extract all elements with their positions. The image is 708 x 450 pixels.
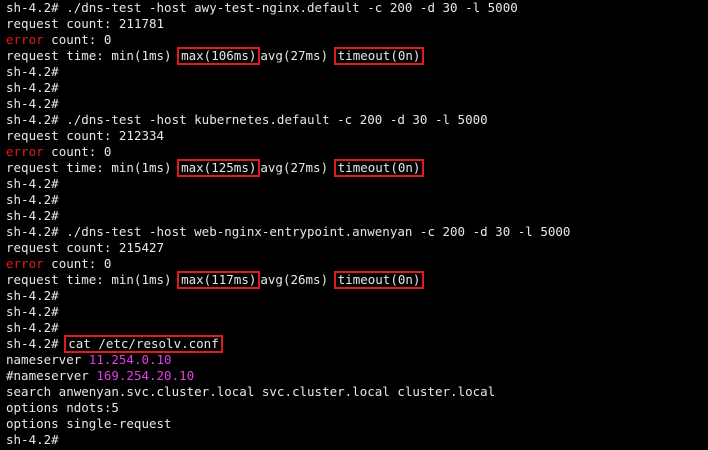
command-line: sh-4.2# ./dns-test -host awy-test-nginx.…	[6, 0, 708, 16]
options-ndots-line: options ndots:5	[6, 400, 119, 415]
error-count-text: count: 0	[43, 256, 112, 271]
request-count-label: request count:	[6, 128, 119, 143]
error-count-text: count: 0	[43, 144, 112, 159]
request-time-line: request time: min(1ms) max(125ms) avg(27m…	[6, 159, 708, 177]
nameserver-label: nameserver	[6, 352, 89, 367]
prompt-line: sh-4.2#	[6, 304, 708, 320]
prompt-line: sh-4.2#	[6, 64, 708, 80]
prompt-line: sh-4.2#	[6, 288, 708, 304]
search-line: search anwenyan.svc.cluster.local svc.cl…	[6, 384, 496, 399]
prompt: sh-4.2#	[6, 176, 59, 191]
error-count-line: error count: 0	[6, 256, 708, 272]
prompt: sh-4.2#	[6, 80, 59, 95]
prompt: sh-4.2#	[6, 336, 59, 351]
request-count-value: 212334	[118, 128, 165, 143]
max-time-highlight: max(106ms)	[177, 47, 261, 65]
request-time-label: request time:	[6, 272, 112, 287]
prompt-line: sh-4.2#	[6, 320, 708, 336]
nameserver-commented-ip: 169.254.20.10	[96, 368, 195, 383]
prompt: sh-4.2#	[6, 208, 59, 223]
max-time-highlight: max(117ms)	[177, 271, 261, 289]
avg-time: avg(27ms)	[260, 160, 329, 175]
min-time: min(1ms)	[111, 160, 172, 175]
request-count-line: request count: 211781	[6, 16, 708, 32]
command-text: ./dns-test -host kubernetes.default -c 2…	[58, 112, 488, 127]
error-label: error	[6, 32, 44, 47]
prompt: sh-4.2#	[6, 192, 59, 207]
command-line: sh-4.2# ./dns-test -host kubernetes.defa…	[6, 112, 708, 128]
request-count-label: request count:	[6, 16, 119, 31]
nameserver-line: nameserver 11.254.0.10	[6, 352, 708, 368]
request-count-line: request count: 215427	[6, 240, 708, 256]
avg-time: avg(26ms)	[260, 272, 329, 287]
min-time: min(1ms)	[111, 48, 172, 63]
prompt-line: sh-4.2#	[6, 96, 708, 112]
cat-command-highlight: cat /etc/resolv.conf	[64, 335, 223, 353]
command-text: ./dns-test -host web-nginx-entrypoint.an…	[58, 224, 571, 239]
command-text: ./dns-test -host awy-test-nginx.default …	[58, 0, 518, 15]
request-count-value: 215427	[118, 240, 165, 255]
terminal-window[interactable]: sh-4.2# ./dns-test -host awy-test-nginx.…	[0, 0, 708, 450]
command-line: sh-4.2# cat /etc/resolv.conf	[6, 335, 708, 353]
prompt-line: sh-4.2#	[6, 80, 708, 96]
prompt: sh-4.2#	[6, 96, 59, 111]
prompt-line: sh-4.2#	[6, 432, 708, 448]
prompt: sh-4.2#	[6, 224, 59, 239]
request-time-line: request time: min(1ms) max(117ms) avg(26m…	[6, 271, 708, 289]
prompt-line: sh-4.2#	[6, 192, 708, 208]
timeout-highlight: timeout(0n)	[333, 159, 425, 177]
error-count-text: count: 0	[43, 32, 112, 47]
nameserver-ip: 11.254.0.10	[88, 352, 172, 367]
prompt: sh-4.2#	[6, 64, 59, 79]
prompt-line: sh-4.2#	[6, 208, 708, 224]
request-time-line: request time: min(1ms) max(106ms) avg(27m…	[6, 47, 708, 65]
prompt: sh-4.2#	[6, 320, 59, 335]
request-count-line: request count: 212334	[6, 128, 708, 144]
request-count-label: request count:	[6, 240, 119, 255]
request-time-label: request time:	[6, 160, 112, 175]
timeout-highlight: timeout(0n)	[333, 47, 425, 65]
prompt: sh-4.2#	[6, 432, 59, 447]
request-count-value: 211781	[118, 16, 165, 31]
max-time-highlight: max(125ms)	[177, 159, 261, 177]
prompt-line: sh-4.2#	[6, 176, 708, 192]
prompt: sh-4.2#	[6, 0, 59, 15]
error-count-line: error count: 0	[6, 144, 708, 160]
prompt: sh-4.2#	[6, 112, 59, 127]
error-label: error	[6, 256, 44, 271]
prompt: sh-4.2#	[6, 304, 59, 319]
error-label: error	[6, 144, 44, 159]
min-time: min(1ms)	[111, 272, 172, 287]
prompt: sh-4.2#	[6, 288, 59, 303]
request-time-label: request time:	[6, 48, 112, 63]
error-count-line: error count: 0	[6, 32, 708, 48]
nameserver-commented-line: #nameserver 169.254.20.10	[6, 368, 708, 384]
nameserver-commented-label: #nameserver	[6, 368, 97, 383]
avg-time: avg(27ms)	[260, 48, 329, 63]
timeout-highlight: timeout(0n)	[333, 271, 425, 289]
command-line: sh-4.2# ./dns-test -host web-nginx-entry…	[6, 224, 708, 240]
options-single-request-line: options single-request	[6, 416, 172, 431]
